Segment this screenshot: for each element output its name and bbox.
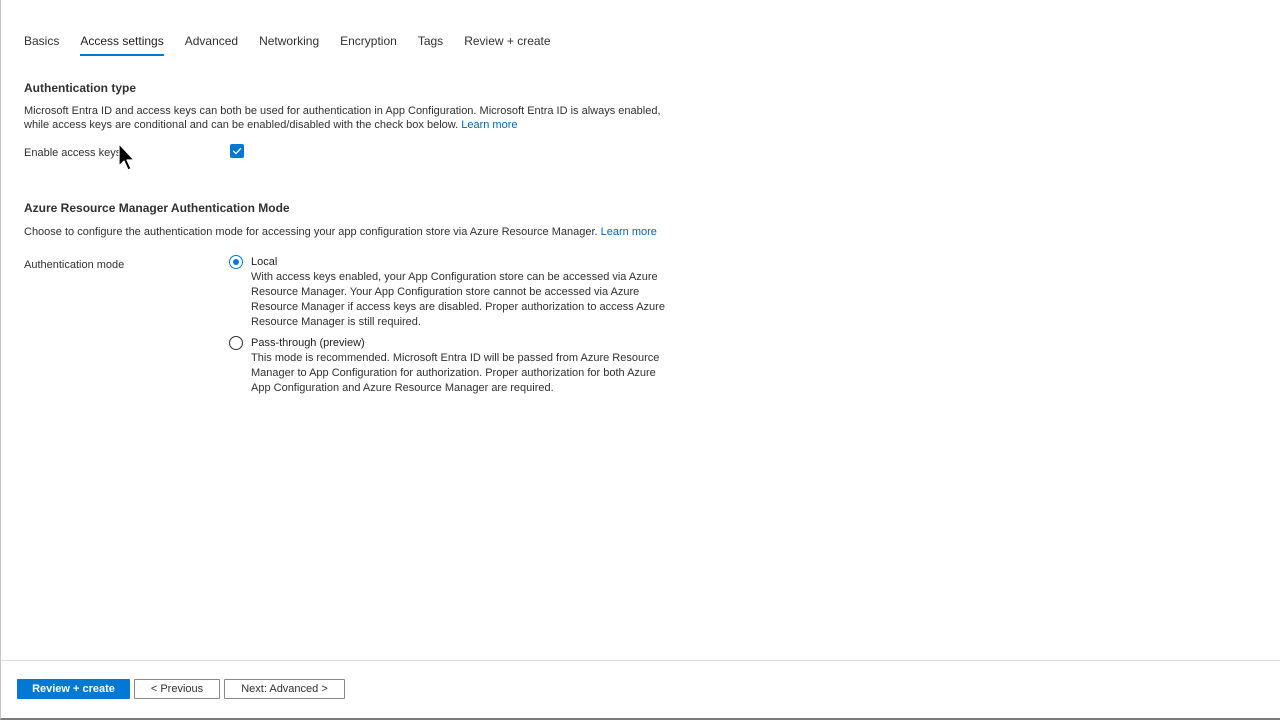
mouse-pointer-icon	[118, 143, 135, 171]
local-option-label[interactable]: Local	[251, 255, 676, 269]
local-radio-button[interactable]	[229, 255, 243, 269]
authentication-type-heading: Authentication type	[24, 81, 137, 95]
radio-option-local: Local With access keys enabled, your App…	[229, 255, 676, 330]
authentication-type-description: Microsoft Entra ID and access keys can b…	[24, 104, 674, 132]
tab-basics[interactable]: Basics	[24, 30, 59, 56]
pass-through-option-label[interactable]: Pass-through (preview)	[251, 336, 676, 350]
wizard-footer: Review + create < Previous Next: Advance…	[1, 660, 1280, 719]
authentication-mode-label: Authentication mode	[24, 259, 125, 271]
pass-through-radio-button[interactable]	[229, 336, 243, 350]
local-option-description: With access keys enabled, your App Confi…	[251, 271, 665, 328]
pass-through-option-text: Pass-through (preview) This mode is reco…	[251, 336, 676, 396]
review-create-button[interactable]: Review + create	[17, 679, 130, 699]
previous-button[interactable]: < Previous	[134, 679, 220, 699]
tab-networking[interactable]: Networking	[259, 30, 319, 56]
local-option-text: Local With access keys enabled, your App…	[251, 255, 676, 330]
tab-advanced[interactable]: Advanced	[185, 30, 238, 56]
tab-encryption[interactable]: Encryption	[340, 30, 397, 56]
arm-auth-mode-heading: Azure Resource Manager Authentication Mo…	[24, 201, 290, 215]
tab-access-settings[interactable]: Access settings	[80, 30, 165, 56]
create-app-configuration-page: Basics Access settings Advanced Networki…	[0, 0, 1280, 720]
authentication-type-description-text: Microsoft Entra ID and access keys can b…	[24, 105, 661, 131]
enable-access-keys-checkbox[interactable]	[230, 144, 244, 158]
pass-through-option-description: This mode is recommended. Microsoft Entr…	[251, 352, 660, 394]
arm-auth-mode-description-text: Choose to configure the authentication m…	[24, 226, 601, 238]
enable-access-keys-label: Enable access keys	[24, 147, 122, 159]
tab-review-create[interactable]: Review + create	[464, 30, 550, 56]
authentication-type-learn-more-link[interactable]: Learn more	[461, 119, 517, 131]
arm-auth-mode-learn-more-link[interactable]: Learn more	[601, 226, 657, 238]
wizard-tabs: Basics Access settings Advanced Networki…	[24, 30, 572, 56]
radio-selected-dot	[233, 259, 239, 265]
radio-option-pass-through: Pass-through (preview) This mode is reco…	[229, 336, 676, 396]
checkmark-icon	[232, 147, 242, 155]
tab-tags[interactable]: Tags	[418, 30, 443, 56]
arm-auth-mode-description: Choose to configure the authentication m…	[24, 225, 674, 239]
next-advanced-button[interactable]: Next: Advanced >	[224, 679, 345, 699]
